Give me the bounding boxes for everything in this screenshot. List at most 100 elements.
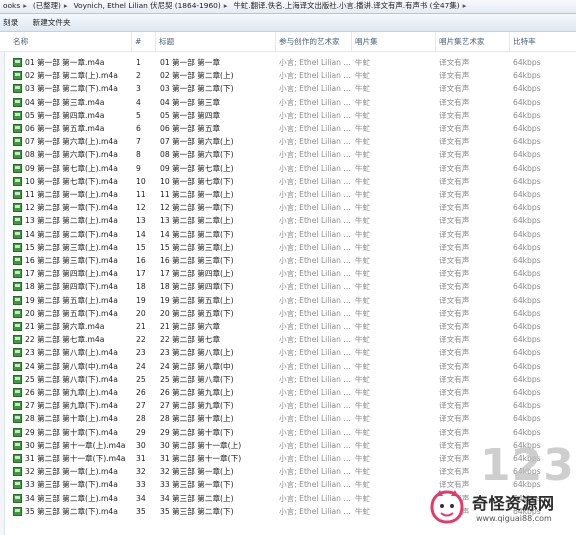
audio-file-icon: [13, 454, 22, 463]
track-number: 24: [136, 361, 146, 371]
file-row[interactable]: 20 第二部 第五章(下).m4a 20 20 第二部 第五章(下) 小言; Ethe…: [0, 307, 576, 320]
address-bar[interactable]: ooks ▸ (已整理) ▸ Voynich, Ethel Lilian 伏尼契 (18…: [0, 0, 576, 14]
track-bitrate: 64kbps: [513, 216, 541, 226]
file-name: 26 第二部 第九章(上).m4a: [25, 388, 118, 397]
file-name: 24 第二部 第八章(中).m4a: [25, 361, 118, 371]
file-row[interactable]: 12 第二部 第一章(下).m4a 12 12 第二部 第一章(下) 小言; Ethe…: [0, 201, 576, 214]
track-bitrate: 64kbps: [513, 97, 541, 107]
file-row[interactable]: 17 第二部 第四章(上).m4a 17 17 第二部 第四章(上) 小言; Ethe…: [0, 267, 576, 280]
track-number: 2: [136, 71, 141, 81]
track-bitrate: 64kbps: [513, 229, 541, 239]
column-header-number[interactable]: #: [132, 32, 156, 51]
file-row[interactable]: 19 第二部 第五章(上).m4a 19 19 第二部 第五章(上) 小言; Ethe…: [0, 294, 576, 307]
file-row[interactable]: 27 第二部 第九章(下).m4a 27 27 第二部 第九章(下) 小言; Ethe…: [0, 399, 576, 412]
track-number: 14: [136, 229, 146, 239]
track-title: 04 第一部 第三章: [160, 97, 221, 107]
track-bitrate: 64kbps: [513, 374, 541, 384]
track-artist: 小言; Ethel Lilian ...: [279, 506, 351, 516]
track-number: 29: [136, 427, 146, 437]
file-row[interactable]: 11 第二部 第一章(上).m4a 11 11 第二部 第一章(上) 小言; Ethe…: [0, 188, 576, 201]
column-header-title[interactable]: 标题: [156, 32, 276, 51]
track-album-artist: 译文有声: [439, 308, 470, 318]
track-number: 17: [136, 269, 146, 279]
track-number: 15: [136, 242, 146, 252]
audio-file-icon: [13, 163, 22, 173]
track-title: 22 第二部 第七章: [160, 335, 221, 345]
track-title: 14 第二部 第二章(下): [160, 229, 234, 239]
file-row[interactable]: 05 第一部 第四章.m4a 5 05 第一部 第四章 小言; Ethel Lilia…: [0, 109, 576, 122]
audio-file-icon: [13, 374, 22, 384]
audio-file-icon: [13, 97, 22, 107]
audio-file-icon: [13, 137, 22, 147]
file-row[interactable]: 02 第一部 第二章(上).m4a 2 02 第一部 第二章(上) 小言; Ethel…: [0, 69, 576, 82]
track-bitrate: 64kbps: [513, 361, 541, 371]
breadcrumb-segment[interactable]: ooks: [3, 1, 20, 10]
file-name: 15 第二部 第三章(上).m4a: [25, 242, 118, 252]
track-album-artist: 译文有声: [439, 335, 470, 345]
file-name: 27 第二部 第九章(下).m4a: [25, 401, 118, 411]
track-album: 牛虻: [355, 388, 371, 397]
file-row[interactable]: 01 第一部 第一章.m4a 1 01 第一部 第一章 小言; Ethel Lilia…: [0, 56, 576, 69]
breadcrumb-segment[interactable]: 牛虻.翻译.佚名.上海译文出版社.小言.播讲.译文有声.有声书 (全47集): [233, 1, 459, 10]
file-row[interactable]: 09 第一部 第七章(上).m4a 9 09 第一部 第七章(上) 小言; Ethel…: [0, 162, 576, 175]
track-number: 9: [136, 163, 141, 173]
column-header-album[interactable]: 唱片集: [352, 32, 436, 51]
audio-file-icon: [13, 110, 22, 120]
file-row[interactable]: 04 第一部 第三章.m4a 4 04 第一部 第三章 小言; Ethel Lilia…: [0, 96, 576, 109]
file-row[interactable]: 18 第二部 第四章(下).m4a 18 18 第二部 第四章(下) 小言; Ethe…: [0, 280, 576, 293]
column-header-album-artist[interactable]: 唱片集艺术家: [436, 32, 510, 51]
audio-file-icon: [13, 388, 22, 397]
file-row[interactable]: 14 第二部 第二章(下).m4a 14 14 第二部 第二章(下) 小言; Ethe…: [0, 228, 576, 241]
track-album: 牛虻: [355, 493, 371, 503]
file-row[interactable]: 07 第一部 第六章(上).m4a 7 07 第一部 第六章(上) 小言; Ethel…: [0, 135, 576, 148]
file-name: 17 第二部 第四章(上).m4a: [25, 269, 118, 279]
file-row[interactable]: 13 第二部 第二章(上).m4a 13 13 第二部 第二章(上) 小言; Ethe…: [0, 214, 576, 227]
track-artist: 小言; Ethel Lilian ...: [279, 440, 351, 450]
track-artist: 小言; Ethel Lilian ...: [279, 137, 351, 147]
file-row[interactable]: 28 第二部 第十章(上).m4a 28 28 第二部 第十章(上) 小言; Ethe…: [0, 412, 576, 425]
track-album-artist: 译文有声: [439, 242, 470, 252]
burn-button[interactable]: 刻录: [0, 14, 24, 31]
track-title: 07 第一部 第六章(上): [160, 137, 234, 147]
file-row[interactable]: 03 第一部 第二章(下).m4a 3 03 第一部 第二章(下) 小言; Ethel…: [0, 82, 576, 95]
track-album: 牛虻: [355, 414, 371, 424]
track-title: 13 第二部 第二章(上): [160, 216, 234, 226]
track-number: 31: [136, 454, 146, 463]
track-artist: 小言; Ethel Lilian ...: [279, 97, 351, 107]
file-name: 07 第一部 第六章(上).m4a: [25, 137, 118, 147]
file-row[interactable]: 08 第一部 第六章(下).m4a 8 08 第一部 第六章(下) 小言; Ethel…: [0, 148, 576, 161]
new-folder-button[interactable]: 新建文件夹: [27, 14, 77, 31]
track-title: 34 第三部 第二章(上): [160, 493, 234, 503]
track-number: 1: [136, 58, 141, 67]
track-number: 25: [136, 374, 146, 384]
file-row[interactable]: 21 第二部 第六章.m4a 21 21 第二部 第六章 小言; Ethel Lili…: [0, 320, 576, 333]
column-header-bitrate[interactable]: 比特率: [510, 32, 576, 51]
track-album: 牛虻: [355, 361, 371, 371]
track-title: 01 第一部 第一章: [160, 58, 221, 67]
track-artist: 小言; Ethel Lilian ...: [279, 454, 351, 463]
file-row[interactable]: 15 第二部 第三章(上).m4a 15 15 第二部 第三章(上) 小言; Ethe…: [0, 241, 576, 254]
track-number: 7: [136, 137, 141, 147]
file-name: 10 第一部 第七章(下).m4a: [25, 176, 118, 186]
column-header-artist[interactable]: 参与创作的艺术家: [276, 32, 352, 51]
file-name: 13 第二部 第二章(上).m4a: [25, 216, 118, 226]
audio-file-icon: [13, 506, 22, 516]
file-row[interactable]: 06 第一部 第五章.m4a 6 06 第一部 第五章 小言; Ethel Lilia…: [0, 122, 576, 135]
file-row[interactable]: 25 第二部 第八章(下).m4a 25 25 第二部 第八章(下) 小言; Ethe…: [0, 373, 576, 386]
track-artist: 小言; Ethel Lilian ...: [279, 150, 351, 160]
file-row[interactable]: 10 第一部 第七章(下).m4a 10 10 第一部 第七章(下) 小言; Ethe…: [0, 175, 576, 188]
audio-file-icon: [13, 124, 22, 133]
audio-file-icon: [13, 493, 22, 503]
file-row[interactable]: 16 第二部 第三章(下).m4a 16 16 第二部 第三章(下) 小言; Ethe…: [0, 254, 576, 267]
track-title: 03 第一部 第二章(下): [160, 84, 234, 94]
file-row[interactable]: 22 第二部 第七章.m4a 22 22 第二部 第七章 小言; Ethel Lili…: [0, 333, 576, 346]
audio-file-icon: [13, 176, 22, 186]
file-row[interactable]: 29 第二部 第十章(下).m4a 29 29 第二部 第十章(下) 小言; Ethe…: [0, 426, 576, 439]
file-row[interactable]: 23 第二部 第八章(上).m4a 23 23 第二部 第八章(上) 小言; Ethe…: [0, 346, 576, 359]
file-row[interactable]: 26 第二部 第九章(上).m4a 26 26 第二部 第九章(上) 小言; Ethe…: [0, 386, 576, 399]
file-row[interactable]: 24 第二部 第八章(中).m4a 24 24 第二部 第八章(中) 小言; Ethe…: [0, 360, 576, 373]
track-bitrate: 64kbps: [513, 348, 541, 358]
breadcrumb-segment[interactable]: Voynich, Ethel Lilian 伏尼契 (1864-1960): [74, 1, 221, 10]
breadcrumb-segment[interactable]: (已整理): [33, 1, 61, 10]
column-header-name[interactable]: 名称: [10, 32, 132, 51]
